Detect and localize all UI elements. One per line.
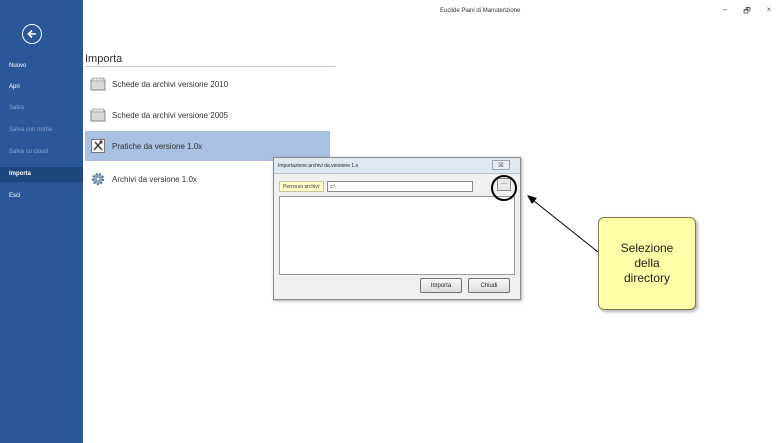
callout-note: Selezione della directory bbox=[598, 217, 696, 310]
app-window: Nuovo Apri Salva Salva con nome Salva su… bbox=[0, 0, 780, 443]
callout-text: Selezione della directory bbox=[620, 241, 674, 285]
